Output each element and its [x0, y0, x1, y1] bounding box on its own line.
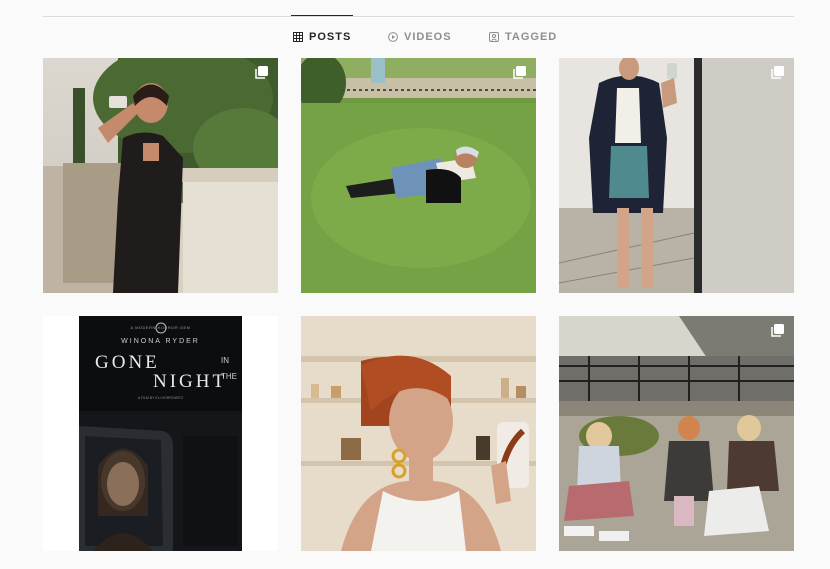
post-tile[interactable] [301, 58, 536, 293]
post-image [301, 316, 536, 551]
post-tile[interactable] [559, 316, 794, 551]
post-image [301, 58, 536, 293]
poster-tagline: A MODERN HORROR GEM [130, 325, 191, 330]
tab-posts-label: POSTS [309, 31, 352, 43]
tab-tagged-label: TAGGED [505, 31, 558, 43]
poster-credit: A FILM BY ELI HORROWITZ [137, 396, 184, 400]
tag-person-icon [489, 32, 499, 42]
multiple-photos-icon [771, 65, 785, 79]
grid-icon [293, 32, 303, 42]
tab-posts[interactable]: POSTS [290, 15, 354, 58]
multiple-photos-icon [513, 65, 527, 79]
poster-title-in: IN [221, 356, 229, 365]
tab-videos[interactable]: VIDEOS [388, 16, 452, 58]
poster-star-name: WINONA RYDER [121, 338, 200, 345]
post-tile[interactable] [301, 316, 536, 551]
multiple-photos-icon [255, 65, 269, 79]
post-image [559, 58, 794, 293]
multiple-photos-icon [771, 323, 785, 337]
post-tile[interactable] [43, 58, 278, 293]
post-tile[interactable] [559, 58, 794, 293]
post-tile[interactable]: A MODERN HORROR GEM WINONA RYDER GONE IN… [43, 316, 278, 551]
tab-videos-label: VIDEOS [404, 31, 452, 43]
poster-title-line2: NIGHT [153, 371, 228, 392]
profile-tabs: POSTS VIDEOS TAGGED [0, 15, 830, 58]
post-image [559, 316, 794, 551]
play-icon [388, 32, 398, 42]
tab-tagged[interactable]: TAGGED [489, 16, 557, 58]
post-image [43, 58, 278, 293]
